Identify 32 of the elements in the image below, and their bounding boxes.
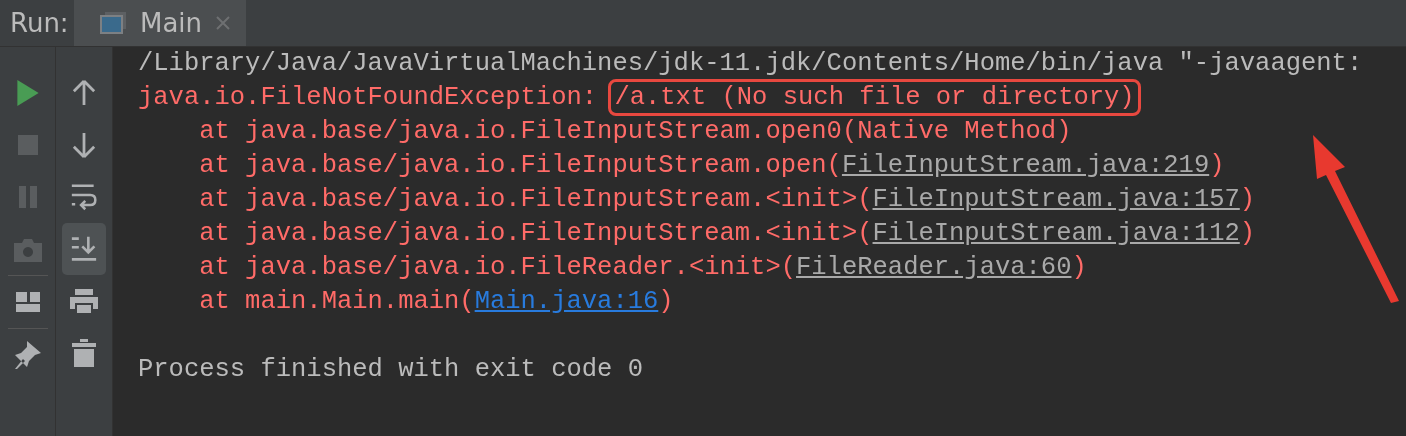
trash-icon[interactable]	[72, 339, 96, 367]
source-link[interactable]: FileReader.java:60	[796, 253, 1072, 282]
error-text: at java.base/java.io.FileInputStream.<init>(	[198, 185, 873, 214]
error-text: )	[1239, 219, 1256, 248]
error-text: at java.base/java.io.FileInputStream.<init>(	[198, 219, 873, 248]
error-text: )	[1209, 151, 1225, 180]
source-link[interactable]: FileInputStream.java:157	[872, 185, 1240, 214]
console-line: /Library/Java/JavaVirtualMachines/jdk-11.jdk/Contents/Home/bin/java "-javaagent:	[138, 49, 1363, 78]
error-text: )	[1239, 185, 1256, 214]
error-text: )	[658, 287, 674, 316]
source-link[interactable]: FileInputStream.java:219	[841, 151, 1210, 180]
down-arrow-icon[interactable]	[72, 131, 96, 159]
up-arrow-icon[interactable]	[72, 79, 96, 107]
run-tab[interactable]: Main	[74, 0, 247, 46]
source-link[interactable]: Main.java:16	[474, 287, 659, 316]
run-icon[interactable]	[16, 80, 39, 106]
error-text: )	[1071, 253, 1087, 282]
layout-icon[interactable]	[15, 292, 40, 312]
error-text: at java.base/java.io.FileReader.<init>(	[198, 253, 796, 282]
error-text: at java.base/java.io.FileInputStream.open0(Native Method)	[198, 117, 1072, 146]
scroll-to-end-icon[interactable]	[71, 236, 97, 262]
tab-title: Main	[140, 8, 203, 38]
printer-icon[interactable]	[70, 289, 98, 313]
source-link[interactable]: FileInputStream.java:112	[872, 219, 1240, 248]
exit-message: Process finished with exit code 0	[138, 354, 643, 386]
error-text: at main.Main.main(	[198, 287, 475, 316]
pin-icon[interactable]	[14, 341, 41, 369]
error-text: java.io.FileNotFoundException:	[138, 83, 599, 112]
run-label: Run:	[9, 7, 70, 40]
wrap-icon[interactable]	[71, 183, 97, 211]
window-icon	[100, 12, 126, 34]
error-text: at java.base/java.io.FileInputStream.open(	[198, 151, 842, 180]
